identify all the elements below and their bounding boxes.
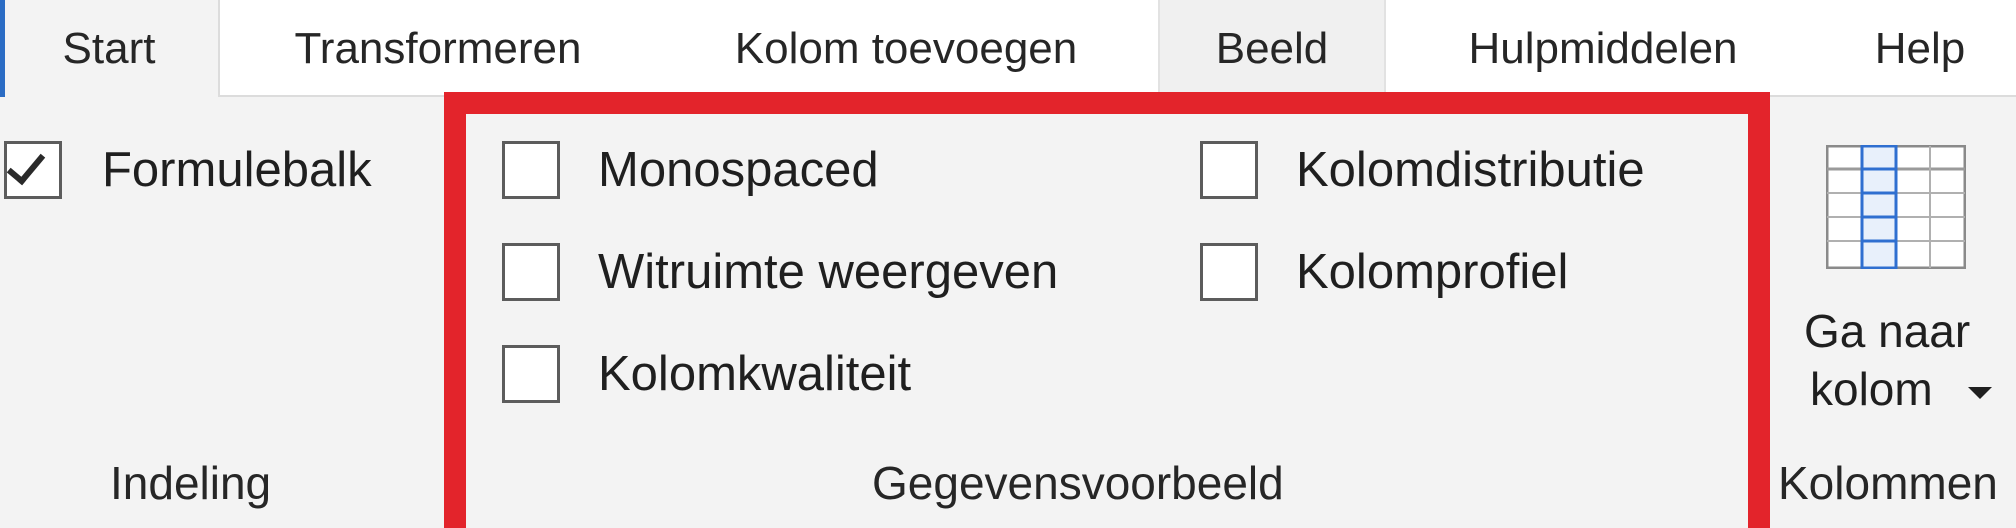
group-label-gegevensvoorbeeld: Gegevensvoorbeeld bbox=[872, 457, 1284, 509]
table-column-icon bbox=[1826, 145, 1966, 269]
monospaced-checkbox[interactable] bbox=[502, 141, 560, 199]
tab-help-label: Help bbox=[1874, 23, 1966, 73]
kolomdistributie-label[interactable]: Kolomdistributie bbox=[1296, 141, 1645, 199]
ribbon-body: Formulebalk Indeling Monospaced Witruimt… bbox=[0, 97, 2016, 528]
ga-naar-kolom-button[interactable]: Ga naar kolom bbox=[1796, 137, 2006, 437]
kolomkwaliteit-checkbox[interactable] bbox=[502, 345, 560, 403]
tab-kolom-toevoegen[interactable]: Kolom toevoegen bbox=[690, 0, 1122, 97]
kolomprofiel-label[interactable]: Kolomprofiel bbox=[1296, 243, 1568, 301]
witruimte-weergeven-label[interactable]: Witruimte weergeven bbox=[598, 243, 1058, 301]
kolomdistributie-checkbox[interactable] bbox=[1200, 141, 1258, 199]
witruimte-weergeven-checkbox[interactable] bbox=[502, 243, 560, 301]
ga-naar-kolom-label-line2: kolom bbox=[1810, 363, 1933, 415]
tab-transformeren-label: Transformeren bbox=[294, 23, 582, 73]
tab-hulpmiddelen[interactable]: Hulpmiddelen bbox=[1420, 0, 1786, 97]
monospaced-label[interactable]: Monospaced bbox=[598, 141, 879, 199]
kolomkwaliteit-label[interactable]: Kolomkwaliteit bbox=[598, 345, 911, 403]
tab-beeld[interactable]: Beeld bbox=[1158, 0, 1386, 97]
formulebalk-label[interactable]: Formulebalk bbox=[102, 141, 372, 199]
tab-transformeren[interactable]: Transformeren bbox=[250, 0, 626, 97]
tab-beeld-label: Beeld bbox=[1215, 23, 1329, 73]
checkmark-icon bbox=[6, 144, 46, 186]
tab-kolom-toevoegen-label: Kolom toevoegen bbox=[734, 23, 1078, 73]
kolomprofiel-checkbox[interactable] bbox=[1200, 243, 1258, 301]
tab-hulpmiddelen-label: Hulpmiddelen bbox=[1468, 23, 1738, 73]
tab-start-label: Start bbox=[62, 23, 156, 73]
ga-naar-kolom-label-line1: Ga naar bbox=[1804, 305, 1971, 357]
ribbon-tab-bar: Start Transformeren Kolom toevoegen Beel… bbox=[0, 0, 2016, 97]
tab-help[interactable]: Help bbox=[1840, 0, 2000, 97]
tab-start[interactable]: Start bbox=[0, 0, 220, 97]
chevron-down-icon bbox=[1968, 387, 1992, 399]
power-query-ribbon: Start Transformeren Kolom toevoegen Beel… bbox=[0, 0, 2016, 528]
formulebalk-checkbox[interactable] bbox=[4, 141, 62, 199]
group-label-kolommen: Kolommen bbox=[1778, 457, 1998, 509]
group-label-indeling: Indeling bbox=[110, 457, 272, 509]
